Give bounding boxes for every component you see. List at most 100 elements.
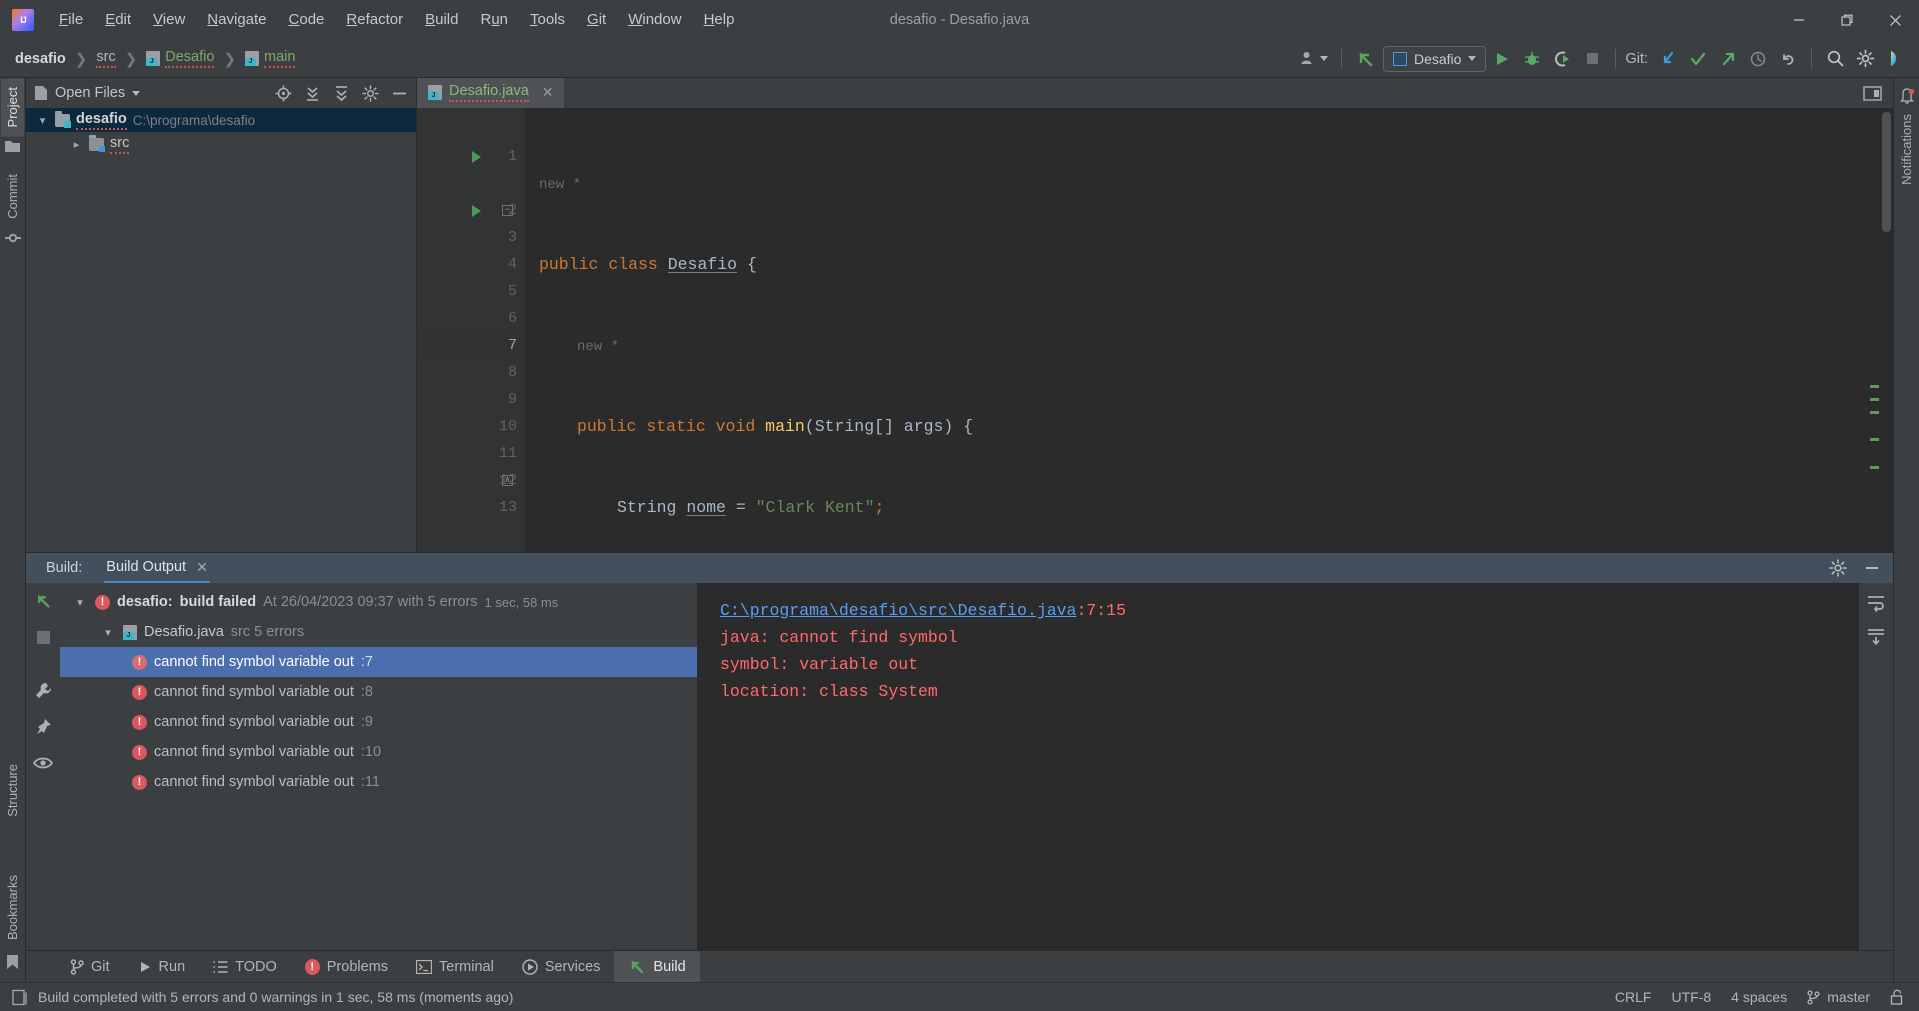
menu-view[interactable]: View — [142, 6, 196, 34]
build-tree-row-error-11[interactable]: ! cannot find symbol variable out :11 — [60, 767, 697, 797]
wrench-icon[interactable] — [33, 681, 53, 701]
git-branch-indicator[interactable]: master — [1807, 989, 1870, 1005]
editor-vertical-scrollbar[interactable] — [1880, 108, 1893, 552]
run-button[interactable] — [1488, 45, 1516, 73]
unlock-icon[interactable] — [1890, 989, 1905, 1005]
menu-edit[interactable]: Edit — [94, 6, 142, 34]
stop-button[interactable] — [1578, 45, 1606, 73]
breadcrumb-item-src[interactable]: src — [93, 47, 118, 70]
ide-assistant-icon[interactable] — [1881, 45, 1909, 73]
menu-run[interactable]: Run — [469, 6, 519, 34]
gutter-line-2[interactable]: 2 − — [417, 197, 525, 224]
editor-gutter[interactable]: 1 2 − 3 4 5 6 7 8 9 10 11 12 ∧ 13 — [417, 108, 525, 552]
build-error-detail[interactable]: C:\programa\desafio\src\Desafio.java:7:1… — [698, 583, 1859, 950]
code-text[interactable]: new * public class Desafio { new * publi… — [525, 108, 1893, 552]
sidebar-item-project[interactable]: Project — [1, 78, 24, 137]
menu-git[interactable]: Git — [576, 6, 617, 34]
fold-icon[interactable]: − — [502, 205, 513, 216]
code-line-1[interactable]: public class Desafio { — [525, 251, 1893, 278]
maximize-button[interactable] — [1823, 0, 1871, 40]
code-line-3[interactable]: String nome = "Clark Kent"; — [525, 494, 1893, 521]
gutter-line-6[interactable]: 6 — [417, 305, 525, 332]
gutter-line-5[interactable]: 5 — [417, 278, 525, 305]
sidebar-item-commit[interactable]: Commit — [1, 165, 24, 228]
build-hammer-icon[interactable] — [33, 591, 53, 611]
tool-tab-todo[interactable]: TODO — [199, 951, 291, 982]
gutter-line-12[interactable]: 12 ∧ — [417, 467, 525, 494]
run-with-coverage-button[interactable] — [1548, 45, 1576, 73]
gutter-line-10[interactable]: 10 — [417, 413, 525, 440]
menu-file[interactable]: File — [48, 6, 94, 34]
scrollbar-thumb[interactable] — [1882, 112, 1891, 232]
pin-icon[interactable] — [33, 717, 53, 737]
editor-tab-desafio-java[interactable]: Desafio.java ✕ — [417, 78, 564, 108]
chevron-down-icon[interactable]: ▾ — [72, 596, 88, 609]
tree-item-src[interactable]: ▸ src — [26, 132, 416, 156]
settings-icon[interactable] — [362, 84, 379, 102]
close-button[interactable] — [1871, 0, 1919, 40]
chevron-right-icon[interactable]: ▸ — [70, 138, 83, 151]
breadcrumb-item-desafio[interactable]: Desafio — [143, 47, 217, 70]
settings-icon[interactable] — [1851, 45, 1879, 73]
gutter-line-7[interactable]: 7 — [417, 332, 525, 359]
git-update-button[interactable] — [1654, 45, 1682, 73]
error-stripe-marks[interactable] — [1869, 108, 1879, 469]
history-icon[interactable] — [1744, 45, 1772, 73]
gutter-line-11[interactable]: 11 — [417, 440, 525, 467]
build-tree-row-error-7[interactable]: ! cannot find symbol variable out :7 — [60, 647, 697, 677]
collapse-all-icon[interactable] — [333, 85, 350, 102]
encoding-indicator[interactable]: UTF-8 — [1671, 989, 1711, 1005]
hide-panel-icon[interactable] — [391, 85, 408, 102]
eye-icon[interactable] — [33, 753, 53, 773]
notifications-bell-icon[interactable] — [1899, 88, 1915, 105]
chevron-down-icon[interactable] — [132, 90, 141, 96]
indent-indicator[interactable]: 4 spaces — [1731, 989, 1787, 1005]
close-icon[interactable]: ✕ — [542, 84, 554, 101]
build-tree-row-error-8[interactable]: ! cannot find symbol variable out :8 — [60, 677, 697, 707]
hide-panel-icon[interactable] — [1863, 559, 1881, 577]
build-tree-row-file[interactable]: ▾ Desafio.java src 5 errors — [60, 617, 697, 647]
error-file-link[interactable]: C:\programa\desafio\src\Desafio.java — [720, 601, 1076, 620]
build-tree-row-error-10[interactable]: ! cannot find symbol variable out :10 — [60, 737, 697, 767]
run-gutter-icon[interactable] — [472, 150, 481, 163]
gutter-line-1[interactable]: 1 — [417, 143, 525, 170]
scroll-to-end-icon[interactable] — [1866, 627, 1886, 647]
git-commit-button[interactable] — [1684, 45, 1712, 73]
sidebar-item-structure[interactable]: Structure — [1, 755, 24, 826]
code-line-2[interactable]: public static void main(String[] args) { — [525, 413, 1893, 440]
tool-tab-problems[interactable]: ! Problems — [291, 951, 402, 982]
user-avatar-icon[interactable] — [1296, 45, 1332, 73]
menu-navigate[interactable]: Navigate — [196, 6, 277, 34]
chevron-down-icon[interactable]: ▾ — [100, 626, 116, 639]
menu-help[interactable]: Help — [693, 6, 746, 34]
tree-item-desafio[interactable]: ▾ desafio C:\programa\desafio — [26, 108, 416, 132]
breadcrumb-item-main[interactable]: main — [242, 47, 298, 70]
git-push-button[interactable] — [1714, 45, 1742, 73]
build-output-tree[interactable]: ▾ ! desafio: build failed At 26/04/2023 … — [60, 583, 698, 950]
tool-tab-run[interactable]: Run — [124, 951, 200, 982]
memory-indicator-icon[interactable] — [12, 989, 28, 1006]
run-gutter-icon[interactable] — [472, 204, 481, 217]
close-icon[interactable]: ✕ — [196, 559, 208, 576]
line-separator-indicator[interactable]: CRLF — [1615, 989, 1652, 1005]
undo-icon[interactable] — [1774, 45, 1802, 73]
settings-icon[interactable] — [1829, 559, 1847, 577]
editor-preview-icon[interactable] — [1863, 78, 1893, 108]
back-arrow-icon[interactable] — [1351, 45, 1381, 73]
gutter-line-13[interactable]: 13 — [417, 494, 525, 521]
gutter-line-4[interactable]: 4 — [417, 251, 525, 278]
menu-tools[interactable]: Tools — [519, 6, 576, 34]
tool-tab-services[interactable]: Services — [508, 951, 615, 982]
search-icon[interactable] — [1821, 45, 1849, 73]
menu-build[interactable]: Build — [414, 6, 469, 34]
minimize-button[interactable] — [1775, 0, 1823, 40]
menu-code[interactable]: Code — [278, 6, 336, 34]
menu-refactor[interactable]: Refactor — [335, 6, 414, 34]
tab-build-output[interactable]: Build Output ✕ — [104, 553, 210, 583]
run-configuration-selector[interactable]: Desafio — [1382, 45, 1487, 72]
fold-end-icon[interactable]: ∧ — [502, 475, 513, 486]
gutter-line-8[interactable]: 8 — [417, 359, 525, 386]
expand-all-icon[interactable] — [304, 85, 321, 102]
soft-wrap-icon[interactable] — [1866, 593, 1886, 613]
sidebar-item-notifications[interactable]: Notifications — [1895, 105, 1918, 194]
